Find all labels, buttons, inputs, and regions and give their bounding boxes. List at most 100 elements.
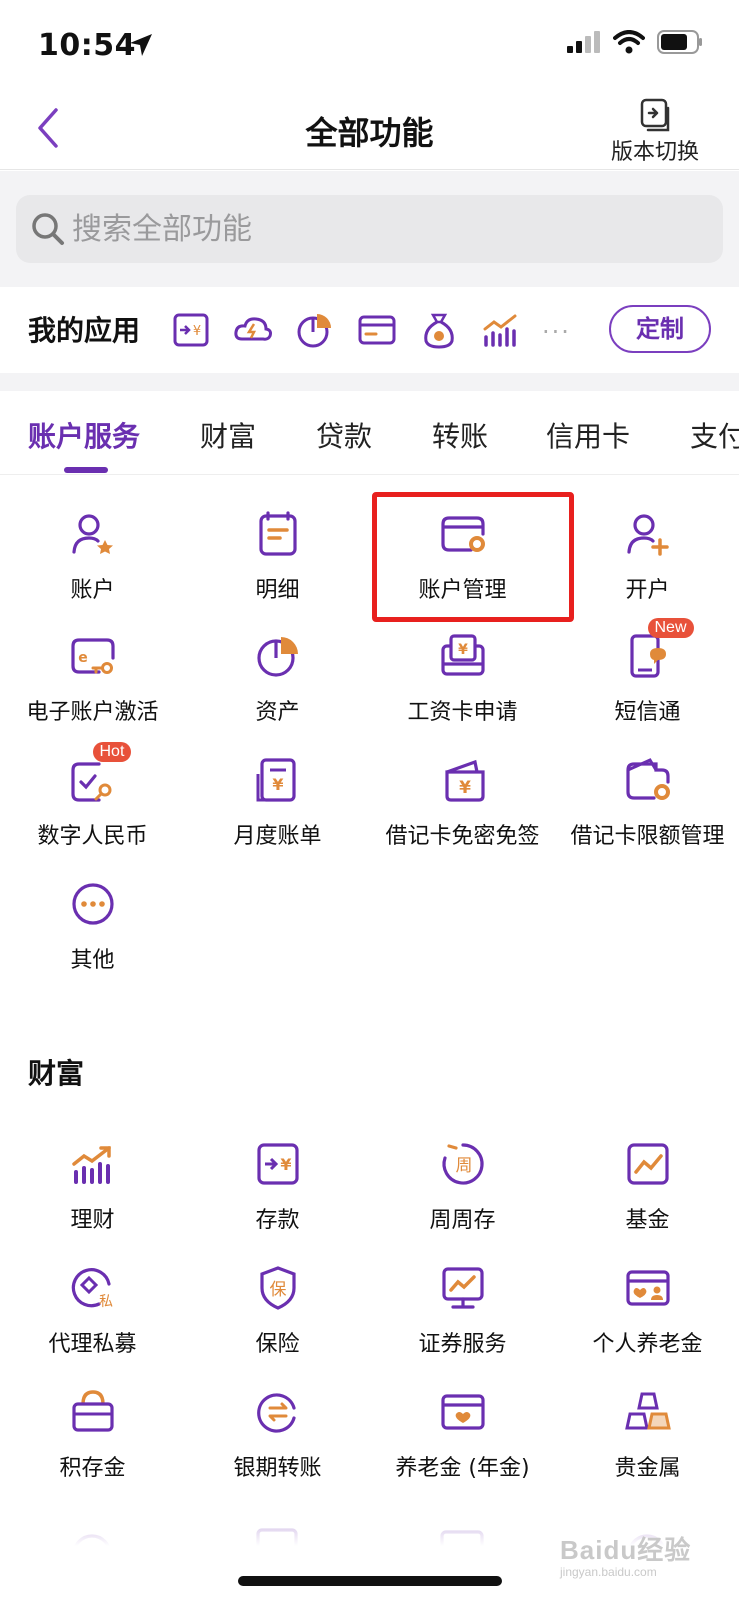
grid-item-annuity[interactable]: 养老金 (年金)	[370, 1388, 555, 1482]
grid-item-salary-card[interactable]: ¥ 工资卡申请	[370, 632, 555, 726]
pension-card-icon	[625, 1270, 670, 1306]
battery-icon	[657, 30, 702, 54]
tab-transfer[interactable]: 转账	[432, 415, 488, 455]
sms-icon-wrap: New	[624, 618, 694, 680]
grid-item-wealth-management[interactable]: 理财	[0, 1140, 185, 1234]
grid-item-personal-pension[interactable]: 个人养老金	[555, 1264, 739, 1358]
grid-item-label: 账户管理	[418, 578, 507, 603]
fund-chart-icon	[626, 1143, 669, 1185]
grid-item-account-management[interactable]: 账户管理	[370, 510, 555, 604]
grid-item-assets[interactable]: 资产	[185, 632, 370, 726]
tab-payment[interactable]: 支付	[690, 415, 739, 455]
deposit-shortcut-icon[interactable]: ¥	[170, 309, 212, 351]
grid-item-debit-card-nopass[interactable]: ¥ 借记卡免密免签	[370, 756, 555, 850]
digital-rmb-icon	[70, 762, 111, 802]
grid-item-details[interactable]: 明细	[185, 510, 370, 604]
annuity-card-icon	[440, 1394, 485, 1430]
version-switch-label: 版本切换	[610, 140, 699, 165]
document-list-icon	[258, 511, 297, 556]
my-apps-bar: 我的应用 ¥ ... 定制	[0, 287, 739, 373]
grid-item-fund[interactable]: 基金	[555, 1140, 739, 1234]
user-add-icon	[626, 514, 669, 556]
svg-text:¥: ¥	[272, 775, 283, 794]
tab-credit-card[interactable]: 信用卡	[546, 415, 630, 455]
grid-item-account[interactable]: 账户	[0, 510, 185, 604]
grid-item-insurance[interactable]: 保 保险	[185, 1264, 370, 1358]
location-arrow-icon	[130, 34, 152, 56]
grid-item-label: 工资卡申请	[407, 700, 518, 725]
grid-item-label: 数字人民币	[37, 824, 148, 849]
cloud-flash-icon[interactable]	[232, 309, 274, 351]
grid-item-sms-notice[interactable]: New 短信通	[555, 618, 739, 726]
salary-card-icon: ¥	[440, 634, 485, 676]
grid-item-label: 理财	[70, 1208, 115, 1233]
tab-account-services[interactable]: 账户服务	[28, 415, 140, 455]
watermark-text: Baidu经验	[560, 1535, 692, 1565]
section-title-wealth: 财富	[28, 1057, 85, 1090]
my-apps-icons[interactable]: ¥	[170, 309, 522, 351]
grid-item-bank-futures-transfer[interactable]: 银期转账	[185, 1388, 370, 1482]
grid-item-digital-rmb[interactable]: Hot 数字人民币	[0, 742, 185, 850]
nav-bar: 全部功能 版本切换	[0, 90, 739, 170]
watermark-sub: jingyan.baidu.com	[560, 1565, 657, 1579]
wifi-icon	[613, 30, 645, 54]
grid-item-label: 借记卡限额管理	[570, 824, 725, 849]
grid-item-open-account[interactable]: 开户	[555, 510, 739, 604]
weekly-save-icon: 周	[441, 1143, 484, 1185]
grid-item-monthly-bill[interactable]: ¥ 月度账单	[185, 756, 370, 850]
grid-item-label: 电子账户激活	[26, 700, 159, 725]
card-shortcut-icon[interactable]	[356, 309, 398, 351]
money-bag-icon[interactable]	[418, 309, 460, 351]
grid-item-label: 月度账单	[233, 824, 322, 849]
tab-loans[interactable]: 贷款	[316, 415, 372, 455]
grid-item-ecard-activation[interactable]: e 电子账户激活	[0, 632, 185, 726]
new-badge: New	[647, 618, 694, 638]
digital-rmb-icon-wrap: Hot	[69, 742, 132, 804]
pie-chart-shortcut-icon[interactable]	[294, 309, 336, 351]
grid-item-label: 资产	[255, 700, 300, 725]
growth-shortcut-icon[interactable]	[480, 309, 522, 351]
grid-item-gold-accumulation[interactable]: 积存金	[0, 1388, 185, 1482]
tab-wealth[interactable]: 财富	[200, 415, 256, 455]
growth-chart-icon	[71, 1146, 111, 1184]
active-tab-indicator	[64, 467, 108, 473]
grid-item-private-fund[interactable]: 私 代理私募	[0, 1264, 185, 1358]
grid-item-label: 开户	[625, 578, 670, 603]
search-icon	[32, 213, 64, 245]
search-input[interactable]	[72, 195, 692, 263]
ecard-key-icon: e	[70, 638, 115, 674]
monthly-bill-icon: ¥	[256, 758, 296, 802]
category-tabs: 账户服务 财富 贷款 转账 信用卡 支付	[0, 391, 739, 475]
version-switch-button[interactable]: 版本切换	[605, 98, 705, 165]
search-box[interactable]	[16, 195, 723, 263]
svg-text:私: 私	[99, 1294, 113, 1310]
search-area	[0, 171, 739, 287]
grid-item-securities[interactable]: 证券服务	[370, 1264, 555, 1358]
grid-item-label: 短信通	[614, 700, 681, 725]
svg-text:保: 保	[269, 1280, 286, 1300]
grid-item-deposit[interactable]: ¥ 存款	[185, 1140, 370, 1234]
grid-item-label: 代理私募	[48, 1332, 137, 1357]
grid-item-precious-metals[interactable]: 贵金属	[555, 1388, 739, 1482]
grid-item-label: 个人养老金	[592, 1332, 703, 1357]
baidu-watermark: Baidu经验 jingyan.baidu.com	[560, 1530, 730, 1579]
customize-button[interactable]: 定制	[609, 305, 711, 353]
grid-item-label: 保险	[255, 1332, 300, 1357]
grid-item-weekly-save[interactable]: 周 周周存	[370, 1140, 555, 1234]
grid-item-label: 基金	[625, 1208, 670, 1233]
sms-phone-icon	[629, 634, 666, 678]
grid-item-label: 借记卡免密免签	[385, 824, 540, 849]
grid-item-debit-limit[interactable]: 借记卡限额管理	[555, 756, 739, 850]
deposit-yuan-icon: ¥	[256, 1143, 299, 1185]
grid-item-other[interactable]: 其他	[0, 880, 185, 974]
home-indicator[interactable]	[238, 1576, 502, 1586]
user-star-icon	[71, 514, 113, 554]
pie-chart-icon	[256, 637, 298, 677]
grid-item-label: 其他	[70, 948, 115, 973]
switch-icon	[640, 98, 670, 132]
securities-monitor-icon	[441, 1267, 484, 1309]
svg-text:¥: ¥	[193, 324, 201, 339]
svg-text:¥: ¥	[459, 778, 471, 798]
svg-text:¥: ¥	[280, 1155, 291, 1174]
svg-text:周: 周	[455, 1156, 472, 1176]
